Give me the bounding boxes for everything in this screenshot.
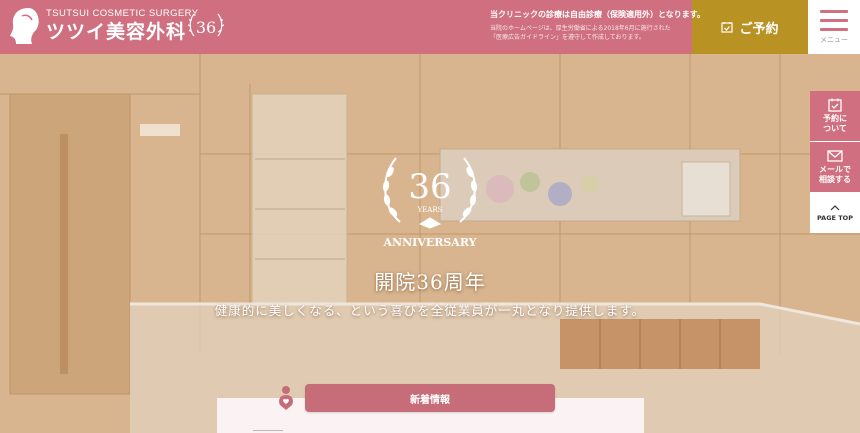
mail-consult-button[interactable]: メールで 相談する (810, 142, 860, 193)
news-tab[interactable]: 新着情報 (305, 384, 555, 412)
reserve-button[interactable]: ご予約 (692, 0, 808, 54)
envelope-icon (827, 150, 843, 162)
news-tab-label: 新着情報 (410, 394, 450, 406)
emblem-number: 36 (408, 167, 451, 207)
reserve-label: ご予約 (739, 21, 779, 37)
reserve-info-label: 予約に ついて (823, 114, 847, 133)
notice-sub-text-1: 当院のホームページは、厚生労働省による2018年6月に施行された (490, 25, 671, 32)
calendar-check-icon (721, 22, 734, 33)
logo-japanese: ツツイ美容外科 (46, 21, 187, 43)
logo-english: TSUTSUI COSMETIC SURGERY (46, 8, 199, 19)
notice-sub-text-2: 「医療広告ガイドライン」を遵守して作成しております。 (490, 34, 645, 41)
emblem-years: YEARS (417, 206, 443, 214)
news-person-icon (279, 386, 293, 410)
anniversary-wreath-icon: 36 YEARS ANNIVERSARY (383, 157, 478, 249)
logo[interactable]: TSUTSUI COSMETIC SURGERY ツツイ美容外科 (8, 6, 198, 46)
menu-label: メニュー (820, 35, 848, 44)
page-top-button[interactable]: PAGE TOP (810, 193, 860, 233)
hero-title: 開院36周年 (374, 270, 486, 294)
emblem-anniversary: ANNIVERSARY (383, 236, 477, 249)
brand-bar: TSUTSUI COSMETIC SURGERY ツツイ美容外科 36 当クリニ… (0, 0, 705, 54)
anniversary-badge-icon: 36 (187, 13, 225, 37)
menu-button[interactable]: メニュー (808, 0, 860, 54)
face-profile-icon (10, 8, 39, 44)
badge-number: 36 (196, 18, 216, 37)
reserve-info-button[interactable]: 予約に ついて (810, 91, 860, 142)
hamburger-icon (820, 9, 848, 35)
mail-consult-label: メールで 相談する (819, 165, 851, 184)
medical-notice: 当クリニックの診療は自由診療（保険適用外）となります。 当院のホームページは、厚… (490, 9, 705, 42)
chevron-up-icon (830, 204, 840, 210)
news-divider (253, 430, 283, 431)
side-buttons: 予約に ついて メールで 相談する PAGE TOP (810, 91, 860, 233)
notice-main-text: 当クリニックの診療は自由診療（保険適用外）となります。 (490, 10, 705, 19)
hero-section: 36 YEARS ANNIVERSARY 開院36周年 健康的に美しくなる、とい… (0, 54, 860, 433)
site-header: TSUTSUI COSMETIC SURGERY ツツイ美容外科 36 当クリニ… (0, 0, 860, 54)
hero-subtitle: 健康的に美しくなる、という喜びを全従業員が一丸となり提供します。 (214, 303, 646, 318)
calendar-check-icon (828, 98, 842, 112)
page-top-label: PAGE TOP (817, 213, 853, 222)
